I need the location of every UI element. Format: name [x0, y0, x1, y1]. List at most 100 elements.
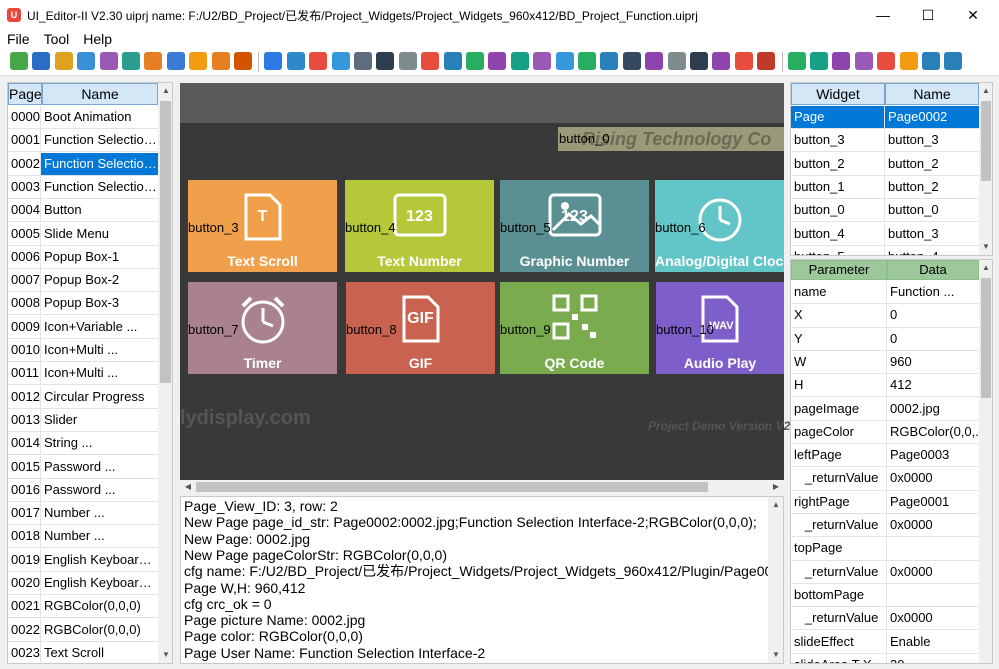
parameter-value-cell[interactable]	[887, 584, 979, 607]
grid-icon[interactable]	[77, 52, 96, 70]
scroll-up-arrow[interactable]: ▲	[158, 83, 172, 99]
progress-icon[interactable]	[533, 52, 552, 70]
scroll-down-arrow[interactable]: ▼	[158, 647, 172, 663]
page-column-header[interactable]: Page	[8, 83, 42, 105]
parameter-row[interactable]: W 960	[791, 350, 979, 375]
parameter-row[interactable]: H 412	[791, 374, 979, 398]
gif-icon[interactable]	[443, 52, 462, 70]
parameter-value-cell[interactable]: 0	[887, 328, 979, 351]
log-scrollbar[interactable]: ▲ ▼	[768, 497, 783, 663]
lang-zh-icon[interactable]	[211, 52, 230, 70]
gear-icon[interactable]	[712, 52, 731, 70]
page-list-row[interactable]: 0006 Popup Box-1	[8, 245, 158, 269]
tile-button_6[interactable]: Analog/Digital Clock button_6	[655, 180, 784, 272]
log-scroll-up-arrow[interactable]: ▲	[768, 497, 783, 513]
scroll-left-arrow[interactable]: ◀	[180, 479, 196, 495]
wav-icon[interactable]	[488, 52, 507, 70]
keyboard-icon[interactable]	[622, 52, 641, 70]
slider-icon[interactable]	[555, 52, 574, 70]
tile-button_3[interactable]: T Text Scroll button_3	[188, 180, 337, 272]
parameter-row[interactable]: topPage	[791, 537, 979, 561]
widget-icon[interactable]	[122, 52, 140, 70]
widget-list-scrollbar[interactable]: ▲ ▼	[979, 83, 992, 255]
page-list-row[interactable]: 0016 Password ...	[8, 478, 158, 502]
widget-list-row[interactable]: button_1 button_2	[791, 175, 979, 199]
alarm-icon[interactable]	[421, 52, 440, 70]
parameter-row[interactable]: bottomPage	[791, 583, 979, 608]
page-list-row[interactable]: 0015 Password ...	[8, 455, 158, 479]
widget-column-header[interactable]: Widget	[791, 83, 885, 105]
page-list-row[interactable]: 0013 Slider	[8, 408, 158, 432]
lang-kr-icon[interactable]	[234, 52, 252, 70]
widget-scroll-thumb[interactable]	[981, 101, 991, 181]
distribute-icon[interactable]	[877, 52, 896, 70]
parameter-row[interactable]: pageColor RGBColor(0,0,...	[791, 420, 979, 445]
widget-list-row[interactable]: button_4 button_3	[791, 222, 979, 246]
bit-icon[interactable]	[600, 52, 619, 70]
minimize-button[interactable]: —	[860, 0, 906, 30]
tile-button_5[interactable]: 123 Graphic Number button_5	[500, 180, 649, 272]
tile-button_4[interactable]: 123 Text Number button_4	[345, 180, 494, 272]
page-list-row[interactable]: 0018 Number ...	[8, 525, 158, 549]
page-list-row[interactable]: 0003 Function Selection...	[8, 175, 158, 199]
page-list-row[interactable]: 0022 RGBColor(0,0,0)	[8, 618, 158, 642]
parameter-value-cell[interactable]: 0002.jpg	[887, 398, 979, 421]
page-list-row[interactable]: 0005 Slide Menu	[8, 222, 158, 246]
menu-help[interactable]: Help	[76, 30, 119, 48]
parameter-row[interactable]: slideEffect Enable	[791, 630, 979, 654]
param-scroll-up-arrow[interactable]: ▲	[978, 260, 992, 276]
save-icon[interactable]	[32, 52, 51, 70]
parameter-value-cell[interactable]: Enable	[887, 631, 979, 654]
parameter-column-header[interactable]: Parameter	[791, 260, 887, 280]
align-top-icon[interactable]	[832, 52, 851, 70]
zoom-icon[interactable]	[944, 52, 963, 70]
date-icon[interactable]	[398, 52, 417, 70]
parameter-row[interactable]: Y0	[791, 327, 979, 351]
maximize-button[interactable]: ☐	[905, 0, 951, 30]
page-list-row[interactable]: 0008 Popup Box-3	[8, 292, 158, 316]
name-column-header[interactable]: Name	[42, 83, 158, 105]
parameter-value-cell[interactable]: 0x0000	[887, 467, 979, 490]
widget-list-row[interactable]: button_3 button_3	[791, 129, 979, 153]
parameter-value-cell[interactable]: 30	[887, 654, 979, 663]
canvas-horizontal-scrollbar[interactable]: ◀ ▶	[180, 480, 784, 494]
video-icon[interactable]	[734, 52, 753, 70]
widget-name-column-header[interactable]: Name	[885, 83, 979, 105]
page-list-row[interactable]: 0004 Button	[8, 199, 158, 223]
parameter-value-cell[interactable]: 412	[887, 374, 979, 397]
lang-en-icon[interactable]	[189, 52, 208, 70]
menu-file[interactable]: File	[0, 30, 37, 48]
number-icon[interactable]	[331, 52, 350, 70]
parameter-row[interactable]: _returnValue 0x0000	[791, 467, 979, 491]
clock-icon[interactable]	[376, 52, 395, 70]
qr-icon[interactable]	[466, 52, 484, 70]
page-list-row[interactable]: 0020 English Keyboard ...	[8, 572, 158, 595]
mic-icon[interactable]	[690, 52, 708, 70]
widget-list-row[interactable]: button_2 button_2	[791, 152, 979, 176]
parameter-row[interactable]: pageImage 0002.jpg	[791, 397, 979, 421]
widget-list-row[interactable]: button_5button_4	[791, 245, 979, 255]
parameter-value-cell[interactable]: Function ...	[887, 281, 979, 304]
scroll-thumb[interactable]	[160, 101, 171, 383]
parameter-value-cell[interactable]	[887, 537, 979, 560]
page-list-row[interactable]: 0023 Text Scroll	[8, 641, 158, 663]
page-list-row[interactable]: 0014 String ...	[8, 432, 158, 456]
page-list-row[interactable]: 0017 Number ...	[8, 502, 158, 526]
align-bottom-icon[interactable]	[854, 52, 873, 70]
page-list-scrollbar[interactable]: ▲ ▼	[158, 83, 172, 663]
parameter-value-cell[interactable]: Page0001	[887, 491, 979, 514]
edit-icon[interactable]	[645, 52, 664, 70]
parameter-scrollbar[interactable]: ▲	[978, 260, 992, 663]
canvas-scroll-thumb[interactable]	[196, 482, 708, 492]
parameter-row[interactable]: _returnValue 0x0000	[791, 607, 979, 631]
fit-icon[interactable]	[899, 52, 918, 70]
page-list-row[interactable]: 0000 Boot Animation	[8, 106, 158, 129]
layout-icon[interactable]	[922, 52, 940, 70]
graphic-number-icon[interactable]	[354, 52, 372, 70]
tile-button_7[interactable]: Timer button_7	[188, 282, 337, 374]
camera-icon[interactable]	[757, 52, 776, 70]
page-list-row[interactable]: 0011 Icon+Multi ...	[8, 362, 158, 386]
page-list-row[interactable]: 0009 Icon+Variable ...	[8, 315, 158, 339]
search-icon[interactable]	[10, 52, 28, 70]
menu-icon[interactable]	[510, 52, 529, 70]
